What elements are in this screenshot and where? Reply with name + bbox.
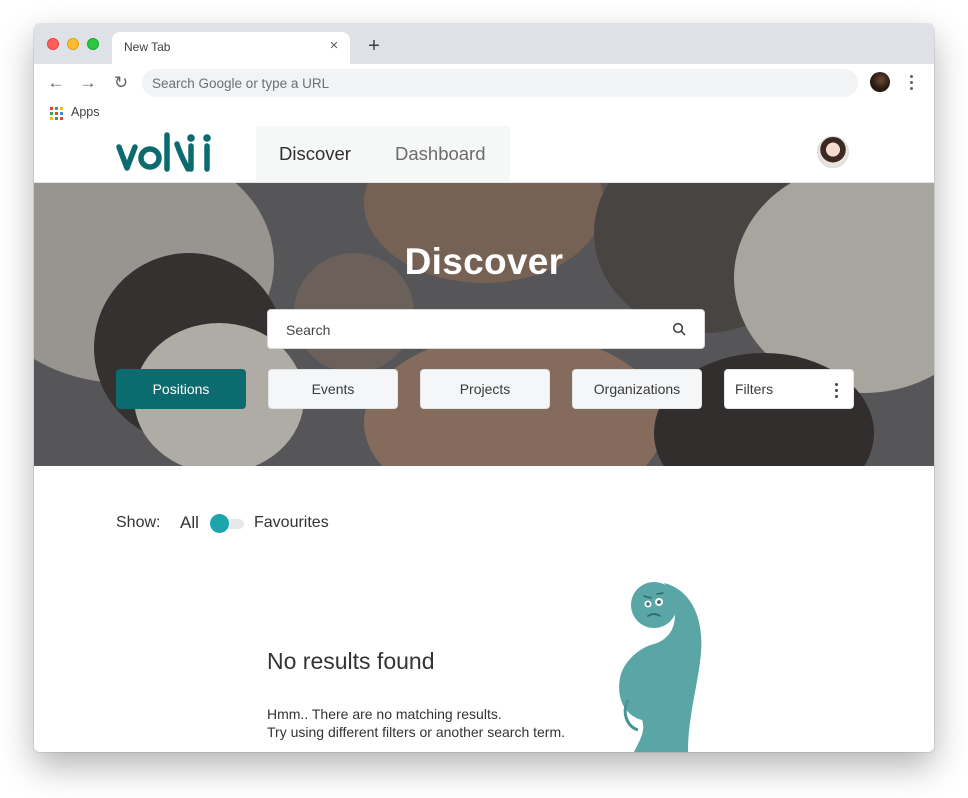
no-results-hint: Try using different filters or another s… [267,724,566,740]
filters-label: Filters [735,381,774,397]
tab-strip: New Tab × + [34,24,934,64]
maximize-window-button[interactable] [87,38,99,50]
show-label: Show: [116,514,161,531]
hero-search-box[interactable] [267,309,705,349]
hero-banner: Discover Positions Events Projects Organ… [34,183,934,466]
search-input[interactable] [286,320,656,340]
results-area: Show: All Favourites No results found Hm… [34,466,934,752]
browser-menu-icon[interactable] [904,72,920,94]
organizations-tab-button[interactable]: Organizations [572,369,702,409]
no-results-title: No results found [267,648,435,674]
positions-tab-button[interactable]: Positions [116,369,246,409]
nav-dashboard[interactable]: Dashboard [395,143,486,165]
address-input[interactable] [152,73,842,93]
app-header: Discover Dashboard [34,126,934,183]
browser-profile-avatar[interactable] [870,72,890,92]
address-bar[interactable] [142,69,858,97]
new-tab-icon[interactable]: + [363,35,385,57]
browser-tab[interactable]: New Tab × [112,32,350,64]
browser-toolbar: ← → ↻ [34,64,934,102]
browser-window: New Tab × + ← → ↻ Apps [34,24,934,752]
minimize-window-button[interactable] [67,38,79,50]
reload-icon[interactable]: ↻ [110,73,132,93]
bookmarks-bar: Apps [34,102,934,126]
more-options-icon [835,382,839,398]
close-window-button[interactable] [47,38,59,50]
favourites-toggle-knob[interactable] [210,514,229,533]
main-nav: Discover Dashboard [256,126,510,182]
tab-title: New Tab [124,40,171,54]
tab-close-icon[interactable]: × [326,38,342,54]
no-results-message: Hmm.. There are no matching results. [267,706,502,722]
confused-mascot-illustration [614,580,708,752]
search-icon[interactable] [672,322,686,336]
filters-button[interactable]: Filters [724,369,854,409]
show-all-option[interactable]: All [180,513,199,533]
events-tab-button[interactable]: Events [268,369,398,409]
projects-tab-button[interactable]: Projects [420,369,550,409]
apps-bookmark[interactable]: Apps [71,105,100,119]
user-avatar[interactable] [817,136,849,168]
back-arrow-icon[interactable]: ← [45,73,67,93]
nav-discover[interactable]: Discover [279,143,351,165]
hero-title: Discover [404,241,564,282]
apps-grid-icon[interactable] [50,107,63,120]
volii-logo[interactable] [116,132,216,176]
show-favourites-option[interactable]: Favourites [254,514,329,532]
forward-arrow-icon[interactable]: → [77,73,99,93]
